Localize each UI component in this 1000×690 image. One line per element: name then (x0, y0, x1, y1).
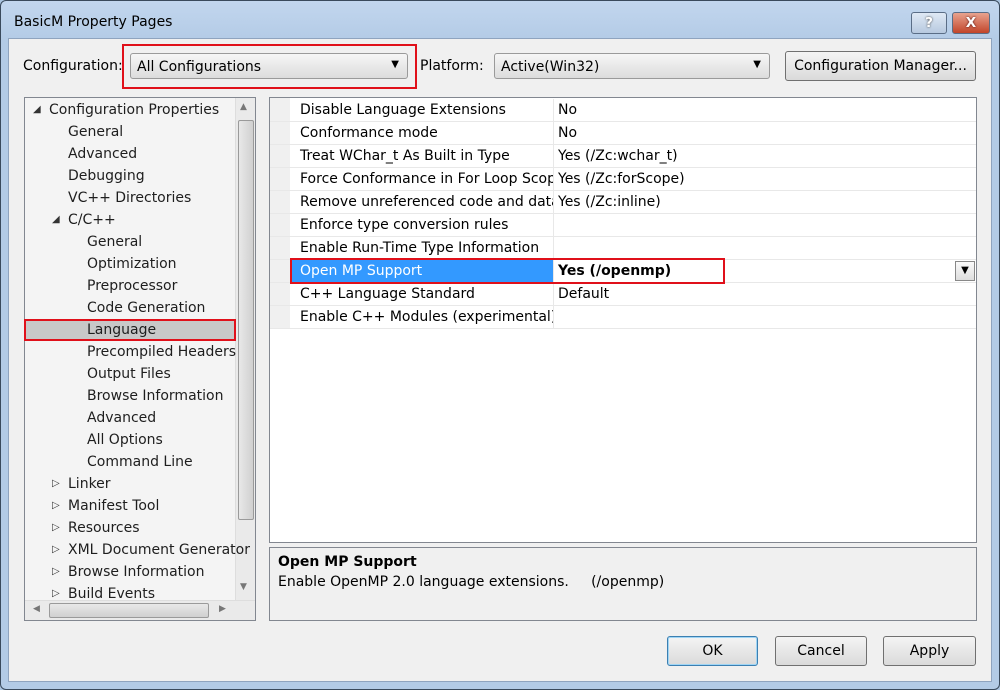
scroll-thumb[interactable] (238, 120, 254, 520)
scroll-up-icon[interactable]: ▲ (240, 102, 247, 112)
property-name: Force Conformance in For Loop Scope (290, 168, 554, 190)
window-title: BasicM Property Pages (14, 14, 173, 30)
tree-item[interactable]: Configuration Properties (49, 99, 219, 121)
dropdown-arrow-icon: ▼ (753, 59, 761, 70)
property-row[interactable]: Enforce type conversion rules (270, 214, 976, 237)
property-value[interactable]: Yes (/Zc:forScope) (554, 168, 689, 190)
property-row[interactable]: Force Conformance in For Loop Scope Yes (… (270, 168, 976, 191)
apply-button[interactable]: Apply (883, 636, 976, 666)
value-dropdown-button[interactable]: ▼ (955, 261, 975, 281)
tree-item[interactable]: Code Generation (87, 297, 205, 319)
property-value[interactable] (554, 214, 562, 220)
property-row[interactable]: Enable C++ Modules (experimental) (270, 306, 976, 329)
close-button[interactable]: X (952, 12, 990, 34)
expand-arrow-icon[interactable]: ▷ (52, 522, 60, 533)
tree-item[interactable]: Preprocessor (87, 275, 177, 297)
platform-dropdown[interactable]: Active(Win32) ▼ (494, 53, 770, 79)
platform-value: Active(Win32) (501, 59, 600, 75)
help-button[interactable]: ? (911, 12, 947, 34)
collapse-arrow-icon[interactable]: ◢ (33, 104, 41, 115)
property-name: Conformance mode (290, 122, 554, 144)
cancel-button[interactable]: Cancel (775, 636, 867, 666)
property-row[interactable]: Disable Language Extensions No (270, 99, 976, 122)
tree-item[interactable]: Resources (68, 517, 140, 539)
property-row[interactable]: Enable Run-Time Type Information (270, 237, 976, 260)
tree-item[interactable]: Build Events (68, 583, 155, 605)
tree-item[interactable]: Advanced (87, 407, 156, 429)
tree-item[interactable]: Optimization (87, 253, 177, 275)
tree-item[interactable]: Command Line (87, 451, 193, 473)
tree-item[interactable]: C/C++ (68, 209, 116, 231)
property-value[interactable] (554, 237, 562, 243)
tree-item[interactable]: Precompiled Headers (87, 341, 236, 363)
property-grid: Disable Language Extensions No Conformance… (269, 97, 977, 543)
expand-arrow-icon[interactable]: ▷ (52, 544, 60, 555)
description-text: Enable OpenMP 2.0 language extensions. (… (278, 574, 665, 590)
property-name: Enable C++ Modules (experimental) (290, 306, 554, 328)
tree-item[interactable]: General (87, 231, 142, 253)
highlight-box (24, 319, 236, 341)
tree-item[interactable]: Linker (68, 473, 111, 495)
ok-button[interactable]: OK (667, 636, 758, 666)
property-name: Enforce type conversion rules (290, 214, 554, 236)
tree-item[interactable]: XML Document Generator (68, 539, 250, 561)
property-value[interactable]: No (554, 122, 581, 144)
expand-arrow-icon[interactable]: ▷ (52, 500, 60, 511)
property-name: Disable Language Extensions (290, 99, 554, 121)
tree-item[interactable]: Debugging (68, 165, 145, 187)
expand-arrow-icon[interactable]: ▷ (52, 588, 60, 599)
tree-item[interactable]: All Options (87, 429, 163, 451)
property-value[interactable]: No (554, 99, 581, 121)
tree-item[interactable]: Manifest Tool (68, 495, 159, 517)
configuration-label: Configuration: (23, 58, 123, 74)
property-row[interactable]: C++ Language Standard Default (270, 283, 976, 306)
property-name: Treat WChar_t As Built in Type (290, 145, 554, 167)
highlight-box (290, 258, 725, 284)
expand-arrow-icon[interactable]: ▷ (52, 566, 60, 577)
property-value[interactable] (554, 306, 562, 312)
highlight-box (122, 44, 417, 89)
tree-item[interactable]: General (68, 121, 123, 143)
tree-item[interactable]: Advanced (68, 143, 137, 165)
description-panel: Open MP Support Enable OpenMP 2.0 langua… (269, 547, 977, 621)
scroll-down-icon[interactable]: ▼ (240, 582, 247, 592)
scroll-thumb[interactable] (49, 603, 209, 618)
property-name: C++ Language Standard (290, 283, 554, 305)
property-row[interactable]: Treat WChar_t As Built in Type Yes (/Zc:w… (270, 145, 976, 168)
property-name: Enable Run-Time Type Information (290, 237, 554, 259)
configuration-manager-button[interactable]: Configuration Manager... (785, 51, 976, 81)
description-title: Open MP Support (278, 554, 417, 570)
property-tree: ▲ ▼ ◀ ▶ ◢ Configuration Properties General… (24, 97, 256, 621)
property-value[interactable]: Yes (/Zc:inline) (554, 191, 665, 213)
tree-item[interactable]: Browse Information (87, 385, 223, 407)
property-row[interactable]: Conformance mode No (270, 122, 976, 145)
scroll-right-icon[interactable]: ▶ (219, 604, 226, 614)
property-name: Remove unreferenced code and data (290, 191, 554, 213)
platform-label: Platform: (420, 58, 484, 74)
collapse-arrow-icon[interactable]: ◢ (52, 214, 60, 225)
vertical-scrollbar[interactable]: ▲ ▼ (235, 98, 255, 602)
tree-item[interactable]: Browse Information (68, 561, 204, 583)
property-value[interactable]: Yes (/Zc:wchar_t) (554, 145, 682, 167)
tree-item[interactable]: Output Files (87, 363, 171, 385)
scroll-left-icon[interactable]: ◀ (33, 604, 40, 614)
property-row[interactable]: Remove unreferenced code and data Yes (/Z… (270, 191, 976, 214)
expand-arrow-icon[interactable]: ▷ (52, 478, 60, 489)
property-value[interactable]: Default (554, 283, 613, 305)
tree-item[interactable]: VC++ Directories (68, 187, 191, 209)
